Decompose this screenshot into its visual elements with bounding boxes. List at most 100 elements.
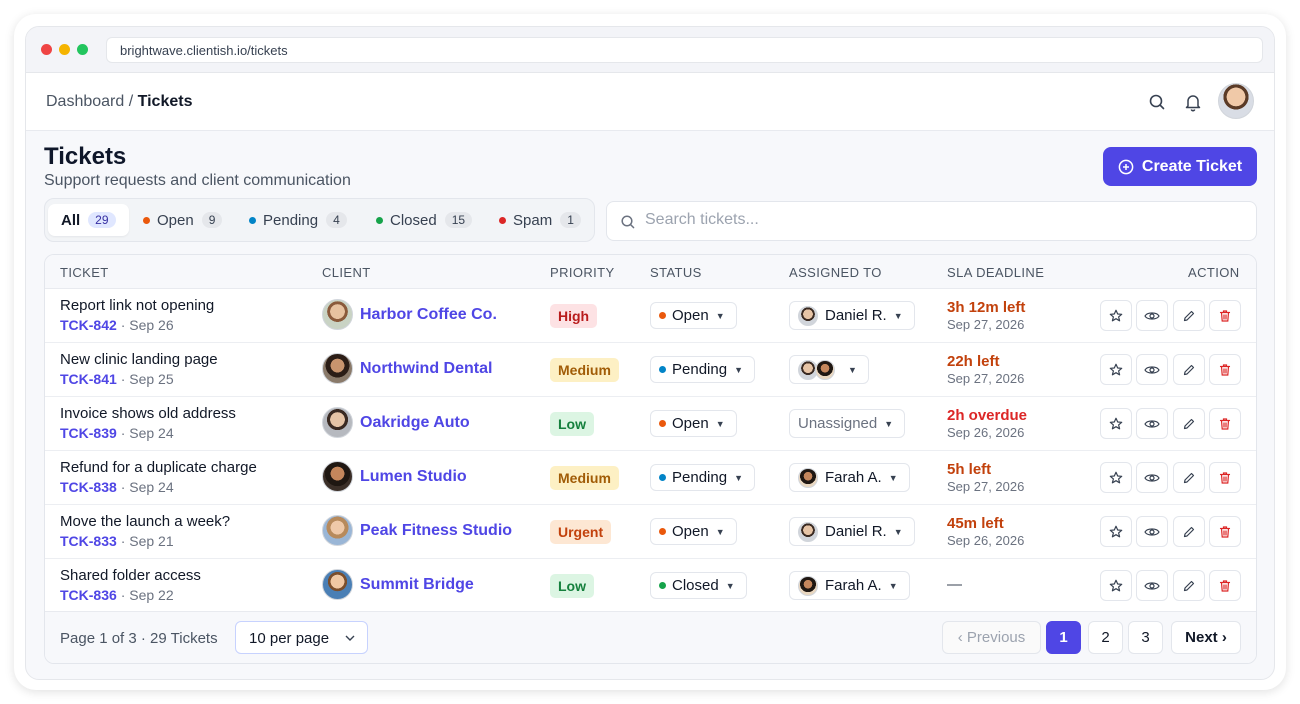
eye-icon xyxy=(1144,417,1160,431)
ticket-title[interactable]: Shared folder access xyxy=(60,567,201,584)
assignee-avatar xyxy=(798,521,818,542)
status-select[interactable]: Open ▼ xyxy=(650,302,737,329)
delete-button[interactable] xyxy=(1209,462,1241,493)
tab-count-badge: 29 xyxy=(88,212,116,228)
status-label: Pending xyxy=(672,361,728,378)
assignee-select[interactable]: Farah A. ▼ xyxy=(789,571,910,600)
delete-button[interactable] xyxy=(1209,354,1241,385)
minimize-window-dot[interactable] xyxy=(59,44,70,55)
view-button[interactable] xyxy=(1136,408,1168,439)
ticket-id[interactable]: TCK-833 xyxy=(60,533,117,549)
page-button[interactable]: 3 xyxy=(1128,621,1163,654)
delete-button[interactable] xyxy=(1209,516,1241,547)
ticket-id[interactable]: TCK-841 xyxy=(60,371,117,387)
ticket-title[interactable]: Move the launch a week? xyxy=(60,513,230,530)
client-name[interactable]: Peak Fitness Studio xyxy=(360,522,512,539)
ticket-date: · Sep 25 xyxy=(120,371,174,387)
delete-button[interactable] xyxy=(1209,300,1241,331)
ticket-title[interactable]: Report link not opening xyxy=(60,297,214,314)
search-icon[interactable] xyxy=(1147,92,1167,112)
tab-count-badge: 4 xyxy=(326,212,347,228)
client-name[interactable]: Summit Bridge xyxy=(360,576,474,593)
client-avatar xyxy=(322,353,353,384)
eye-icon xyxy=(1144,309,1160,323)
star-button[interactable] xyxy=(1100,354,1132,385)
edit-button[interactable] xyxy=(1173,462,1205,493)
assignee-select[interactable]: ▼ xyxy=(789,355,869,384)
status-label: Open xyxy=(672,523,709,540)
page-button[interactable]: 2 xyxy=(1088,621,1123,654)
star-button[interactable] xyxy=(1100,408,1132,439)
status-select[interactable]: Closed ▼ xyxy=(650,572,747,599)
view-button[interactable] xyxy=(1136,300,1168,331)
status-label: Open xyxy=(672,415,709,432)
ticket-title[interactable]: New clinic landing page xyxy=(60,351,218,368)
ticket-title[interactable]: Refund for a duplicate charge xyxy=(60,459,257,476)
client-name[interactable]: Oakridge Auto xyxy=(360,414,470,431)
edit-button[interactable] xyxy=(1173,300,1205,331)
client-cell: Oakridge Auto xyxy=(322,407,470,438)
table-row[interactable]: New clinic landing page TCK-841 · Sep 25 N… xyxy=(45,343,1256,397)
star-button[interactable] xyxy=(1100,462,1132,493)
status-dot xyxy=(659,582,666,589)
tab-label: Spam xyxy=(513,211,553,229)
table-row[interactable]: Shared folder access TCK-836 · Sep 22 Summ… xyxy=(45,559,1256,613)
status-select[interactable]: Pending ▼ xyxy=(650,356,755,383)
client-name[interactable]: Lumen Studio xyxy=(360,468,467,485)
tab-0[interactable]: All 29 xyxy=(48,204,129,236)
edit-button[interactable] xyxy=(1173,516,1205,547)
star-button[interactable] xyxy=(1100,300,1132,331)
edit-button[interactable] xyxy=(1173,354,1205,385)
view-button[interactable] xyxy=(1136,570,1168,601)
tab-2[interactable]: Pending 4 xyxy=(236,204,360,236)
client-name[interactable]: Northwind Dental xyxy=(360,360,492,377)
search-input[interactable] xyxy=(645,211,1245,229)
address-bar[interactable]: brightwave.clientish.io/tickets xyxy=(106,37,1263,63)
assignee-select[interactable]: Farah A. ▼ xyxy=(789,463,910,492)
tab-label: Open xyxy=(157,211,194,229)
user-avatar[interactable] xyxy=(1218,83,1254,119)
client-name[interactable]: Harbor Coffee Co. xyxy=(360,306,497,323)
caret-down-icon: ▼ xyxy=(888,472,898,483)
assignee-select[interactable]: Daniel R. ▼ xyxy=(789,517,915,546)
bell-icon[interactable] xyxy=(1183,92,1203,112)
previous-page-button[interactable]: ‹ Previous xyxy=(942,621,1041,654)
edit-button[interactable] xyxy=(1173,570,1205,601)
ticket-title[interactable]: Invoice shows old address xyxy=(60,405,236,422)
maximize-window-dot[interactable] xyxy=(77,44,88,55)
status-dot xyxy=(499,216,506,224)
tab-3[interactable]: Closed 15 xyxy=(363,204,485,236)
table-row[interactable]: Move the launch a week? TCK-833 · Sep 21 P… xyxy=(45,505,1256,559)
assignee-select[interactable]: Unassigned ▼ xyxy=(789,409,906,438)
view-button[interactable] xyxy=(1136,354,1168,385)
edit-button[interactable] xyxy=(1173,408,1205,439)
per-page-select[interactable]: 10 per page xyxy=(235,621,368,654)
page-button[interactable]: 1 xyxy=(1046,621,1081,654)
star-button[interactable] xyxy=(1100,516,1132,547)
client-cell: Northwind Dental xyxy=(322,353,492,384)
table-row[interactable]: Refund for a duplicate charge TCK-838 · S… xyxy=(45,451,1256,505)
delete-button[interactable] xyxy=(1209,408,1241,439)
ticket-id[interactable]: TCK-842 xyxy=(60,317,117,333)
view-button[interactable] xyxy=(1136,516,1168,547)
next-page-button[interactable]: Next › xyxy=(1171,621,1241,654)
breadcrumb-dashboard[interactable]: Dashboard xyxy=(46,93,124,110)
assignee-select[interactable]: Daniel R. ▼ xyxy=(789,301,915,330)
close-window-dot[interactable] xyxy=(41,44,52,55)
status-select[interactable]: Open ▼ xyxy=(650,410,737,437)
table-row[interactable]: Report link not opening TCK-842 · Sep 26 H… xyxy=(45,289,1256,343)
star-button[interactable] xyxy=(1100,570,1132,601)
tab-1[interactable]: Open 9 xyxy=(130,204,235,236)
view-button[interactable] xyxy=(1136,462,1168,493)
status-select[interactable]: Open ▼ xyxy=(650,518,737,545)
search-icon xyxy=(621,215,635,229)
ticket-id[interactable]: TCK-839 xyxy=(60,425,117,441)
ticket-id[interactable]: TCK-838 xyxy=(60,479,117,495)
client-cell: Summit Bridge xyxy=(322,569,474,600)
delete-button[interactable] xyxy=(1209,570,1241,601)
create-ticket-button[interactable]: Create Ticket xyxy=(1103,147,1257,186)
table-row[interactable]: Invoice shows old address TCK-839 · Sep 2… xyxy=(45,397,1256,451)
tab-4[interactable]: Spam 1 xyxy=(486,204,594,236)
ticket-id[interactable]: TCK-836 xyxy=(60,587,117,603)
status-select[interactable]: Pending ▼ xyxy=(650,464,755,491)
